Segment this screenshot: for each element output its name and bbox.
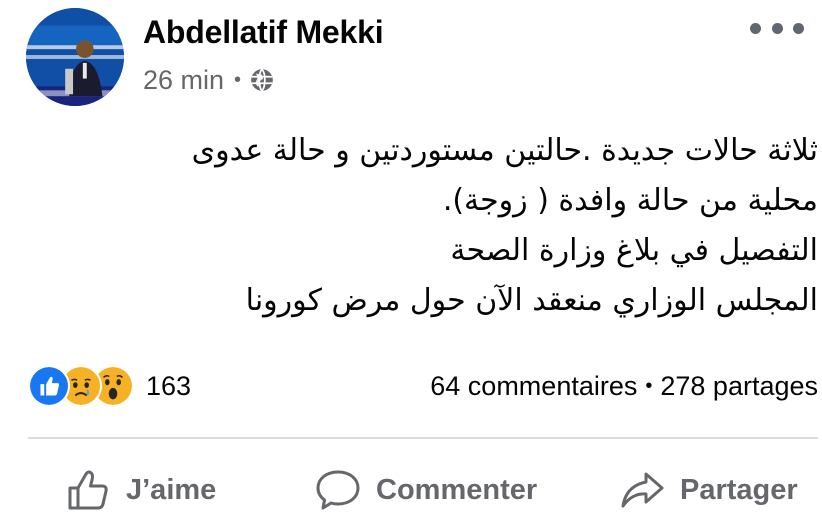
like-button-label: J’aime bbox=[126, 473, 217, 506]
comment-button[interactable]: Commenter bbox=[314, 462, 537, 512]
more-dot bbox=[771, 22, 783, 34]
more-options-icon[interactable] bbox=[750, 18, 804, 38]
share-button[interactable]: Partager bbox=[618, 462, 798, 512]
like-button[interactable]: J’aime bbox=[64, 462, 216, 512]
meta-separator: • bbox=[234, 69, 242, 91]
avatar[interactable] bbox=[26, 8, 124, 106]
post-text-line: ثلاثة حالات جديدة .حالتين مستوردتين و حا… bbox=[191, 133, 818, 168]
reaction-count: 163 bbox=[146, 370, 192, 401]
engagement-separator: • bbox=[645, 374, 653, 397]
post-timestamp[interactable]: 26 min bbox=[143, 65, 224, 96]
avatar-photo bbox=[26, 8, 124, 106]
engagement-summary: 64 commentaires • 278 partages bbox=[430, 366, 818, 406]
post-text: ثلاثة حالات جديدة .حالتين مستوردتين و حا… bbox=[58, 126, 818, 326]
shares-count[interactable]: 278 partages bbox=[660, 371, 818, 402]
globe-icon[interactable] bbox=[249, 67, 275, 93]
post-text-line: التفصيل في بلاغ وزارة الصحة bbox=[450, 233, 818, 268]
divider bbox=[28, 437, 818, 439]
comments-count[interactable]: 64 commentaires bbox=[430, 371, 637, 402]
author-name[interactable]: Abdellatif Mekki bbox=[143, 14, 384, 51]
post-meta: 26 min • bbox=[143, 62, 275, 98]
comment-icon bbox=[316, 470, 360, 510]
post-text-line: محلية من حالة وافدة ( زوجة). bbox=[442, 183, 818, 218]
share-button-label: Partager bbox=[680, 473, 798, 506]
post-card: Abdellatif Mekki 26 min • ثلاثة حالات جد… bbox=[0, 0, 822, 512]
action-bar: J’aime Commenter Partager bbox=[28, 462, 818, 512]
thumbs-up-icon bbox=[68, 470, 108, 510]
reactions-summary[interactable]: 163 bbox=[28, 365, 192, 407]
more-dot bbox=[750, 22, 761, 34]
post-text-line: المجلس الوزاري منعقد الآن حول مرض كورونا bbox=[245, 283, 818, 318]
more-dot bbox=[793, 22, 804, 34]
like-reaction-icon bbox=[28, 365, 70, 407]
share-icon bbox=[621, 472, 664, 508]
comment-button-label: Commenter bbox=[376, 473, 538, 506]
